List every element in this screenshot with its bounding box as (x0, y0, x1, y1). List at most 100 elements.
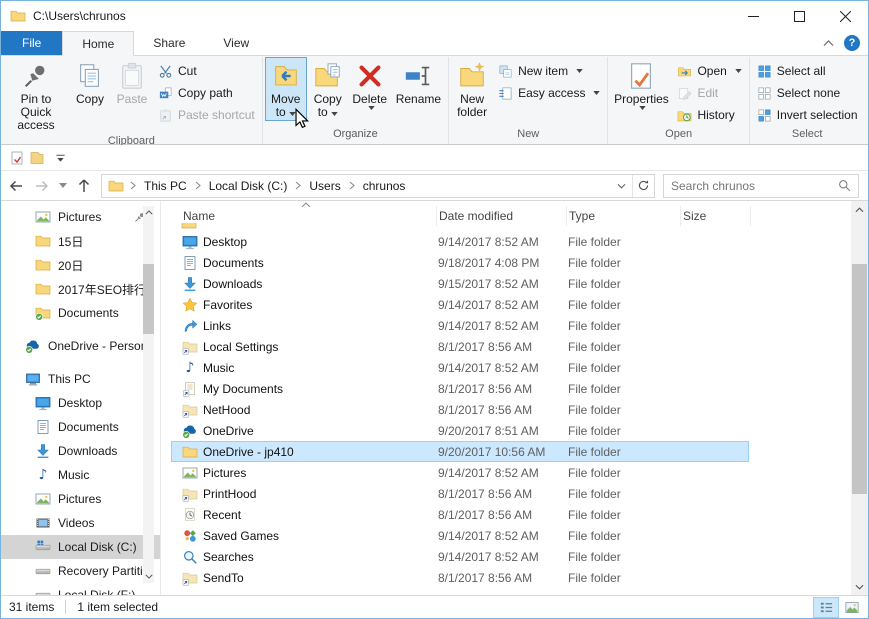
pin-to-quick-access-button[interactable]: Pin to Quick access (3, 57, 69, 134)
breadcrumb-item[interactable]: Local Disk (C:) (203, 175, 294, 197)
file-row-onedrive-jp410[interactable]: OneDrive - jp4109/20/2017 10:56 AMFile f… (171, 441, 749, 462)
search-input[interactable] (671, 179, 838, 193)
sidebar-item-local-disk-c-[interactable]: Local Disk (C:) (1, 535, 160, 559)
tab-view[interactable]: View (204, 31, 268, 55)
select-all-button[interactable]: Select all (752, 60, 863, 82)
scrollbar-thumb[interactable] (852, 264, 867, 494)
sidebar-item-pictures[interactable]: Pictures (1, 205, 160, 229)
scrollbar-thumb[interactable] (143, 264, 154, 334)
new-item-button[interactable]: New item (493, 60, 605, 82)
file-row-local-settings[interactable]: Local Settings8/1/2017 8:56 AMFile folde… (171, 336, 749, 357)
collapse-ribbon-icon[interactable] (823, 40, 834, 47)
file-row-favorites[interactable]: Favorites9/14/2017 8:52 AMFile folder (171, 294, 749, 315)
breadcrumb-separator-icon[interactable] (193, 175, 203, 197)
file-row-desktop[interactable]: Desktop9/14/2017 8:52 AMFile folder (171, 231, 749, 252)
sidebar-item-downloads[interactable]: Downloads (1, 439, 160, 463)
cut-button[interactable]: Cut (153, 60, 260, 82)
file-row-links[interactable]: Links9/14/2017 8:52 AMFile folder (171, 315, 749, 336)
properties-button[interactable]: Properties (610, 57, 672, 112)
file-row-saved-games[interactable]: Saved Games9/14/2017 8:52 AMFile folder (171, 525, 749, 546)
scroll-up-icon[interactable] (851, 201, 868, 218)
sidebar-item-recovery-partition[interactable]: Recovery Partition (1, 559, 160, 583)
refresh-icon[interactable] (632, 175, 654, 197)
copy-to-button[interactable]: Copy to (307, 57, 349, 121)
breadcrumb-item[interactable]: chrunos (357, 175, 412, 197)
scroll-up-icon[interactable] (143, 206, 154, 219)
copy-button[interactable]: Copy (69, 57, 111, 108)
address-dropdown-icon[interactable] (610, 175, 632, 197)
sidebar-item-label: Pictures (58, 210, 101, 224)
breadcrumb-separator-icon[interactable] (347, 175, 357, 197)
sidebar-item-2017-seo-[interactable]: 2017年SEO排行榜 (1, 277, 160, 301)
ribbon-group-clipboard: Pin to Quick access Copy Paste Cut (1, 57, 263, 144)
invert-selection-button[interactable]: Invert selection (752, 104, 863, 126)
search-box[interactable] (663, 174, 859, 198)
move-to-button[interactable]: Move to (265, 57, 307, 121)
file-row-documents[interactable]: Documents9/18/2017 4:08 PMFile folder (171, 252, 749, 273)
sidebar-item-documents[interactable]: Documents (1, 415, 160, 439)
file-name: Local Settings (203, 340, 278, 354)
details-view-button[interactable] (813, 597, 839, 618)
open-button[interactable]: Open (672, 60, 746, 82)
maximize-button[interactable] (776, 1, 822, 31)
tab-share[interactable]: Share (134, 31, 204, 55)
select-none-button[interactable]: Select none (752, 82, 863, 104)
up-icon[interactable] (71, 174, 97, 198)
column-header-size[interactable]: Size (681, 206, 751, 226)
scroll-down-icon[interactable] (143, 570, 154, 583)
file-name: My Documents (203, 382, 283, 396)
properties-small-icon[interactable] (9, 150, 25, 166)
sidebar-item-this-pc[interactable]: This PC (1, 367, 160, 391)
breadcrumb-separator-icon[interactable] (128, 175, 138, 197)
sidebar-item-pictures[interactable]: Pictures (1, 487, 160, 511)
copy-path-button[interactable]: Copy path (153, 82, 260, 104)
column-header-date-modified[interactable]: Date modified (437, 206, 567, 226)
address-bar[interactable]: This PC Local Disk (C:) Users chrunos (101, 174, 655, 198)
search-icon[interactable] (838, 179, 851, 192)
sidebar-item-music[interactable]: ♪Music (1, 463, 160, 487)
new-folder-qat-icon[interactable] (29, 150, 45, 166)
sidebar-scrollbar[interactable] (143, 206, 154, 583)
file-date-modified: 8/1/2017 8:56 AM (438, 340, 568, 354)
file-row-nethood[interactable]: NetHood8/1/2017 8:56 AMFile folder (171, 399, 749, 420)
delete-button[interactable]: Delete (349, 57, 391, 112)
sidebar-item-15-[interactable]: 15日 (1, 229, 160, 253)
sidebar-item-onedrive-personal[interactable]: OneDrive - Personal (1, 334, 160, 358)
breadcrumb-item[interactable]: Users (303, 175, 346, 197)
column-header-type[interactable]: Type (567, 206, 681, 226)
file-row-music[interactable]: ♪Music9/14/2017 8:52 AMFile folder (171, 357, 749, 378)
file-row-recent[interactable]: Recent8/1/2017 8:56 AMFile folder (171, 504, 749, 525)
file-row-searches[interactable]: Searches9/14/2017 8:52 AMFile folder (171, 546, 749, 567)
history-button[interactable]: History (672, 104, 746, 126)
documents-icon (35, 419, 51, 435)
file-row-my-documents[interactable]: My Documents8/1/2017 8:56 AMFile folder (171, 378, 749, 399)
file-row-printhood[interactable]: PrintHood8/1/2017 8:56 AMFile folder (171, 483, 749, 504)
tab-file[interactable]: File (1, 31, 62, 55)
tab-home[interactable]: Home (62, 31, 134, 56)
rename-button[interactable]: Rename (391, 57, 446, 108)
customize-qat-icon[interactable] (55, 153, 66, 163)
help-icon[interactable]: ? (844, 35, 860, 51)
sidebar-item-20-[interactable]: 20日 (1, 253, 160, 277)
breadcrumb-item[interactable]: This PC (138, 175, 193, 197)
easy-access-button[interactable]: Easy access (493, 82, 605, 104)
sidebar-item-documents[interactable]: Documents (1, 301, 160, 325)
breadcrumb-separator-icon[interactable] (293, 175, 303, 197)
file-row-onedrive[interactable]: OneDrive9/20/2017 8:51 AMFile folder (171, 420, 749, 441)
selection-count: 1 item selected (77, 600, 158, 614)
file-row-sendto[interactable]: SendTo8/1/2017 8:56 AMFile folder (171, 567, 749, 588)
new-folder-button[interactable]: New folder (451, 57, 493, 121)
minimize-button[interactable] (730, 1, 776, 31)
sidebar-item-local-disk-f-[interactable]: Local Disk (F:) (1, 583, 160, 595)
scroll-down-icon[interactable] (851, 578, 868, 595)
column-header-name[interactable]: Name (181, 206, 437, 226)
file-row-pictures[interactable]: Pictures9/14/2017 8:52 AMFile folder (171, 462, 749, 483)
back-icon[interactable] (3, 174, 29, 198)
recent-locations-icon[interactable] (55, 174, 71, 198)
sidebar-item-desktop[interactable]: Desktop (1, 391, 160, 415)
thumbnails-view-button[interactable] (839, 597, 865, 618)
close-button[interactable] (822, 1, 868, 31)
file-list-scrollbar[interactable] (851, 201, 868, 595)
sidebar-item-videos[interactable]: Videos (1, 511, 160, 535)
file-row-downloads[interactable]: Downloads9/15/2017 8:52 AMFile folder (171, 273, 749, 294)
